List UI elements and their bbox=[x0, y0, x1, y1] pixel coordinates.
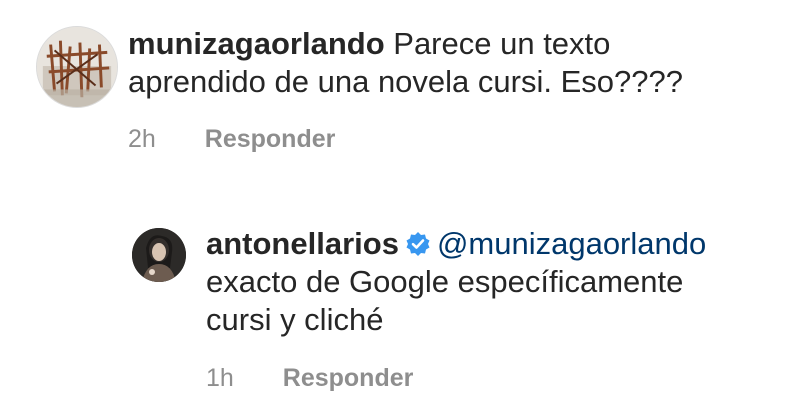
reply-button[interactable]: Responder bbox=[283, 364, 414, 392]
comment-meta: 2h Responder bbox=[128, 124, 335, 154]
comment-body-continued: cursi y cliché bbox=[206, 302, 384, 337]
comment-body: exacto de Google específicamente bbox=[206, 264, 684, 299]
comment-username[interactable]: antonellarios bbox=[206, 226, 399, 261]
avatar-image bbox=[37, 27, 117, 107]
comment-timestamp: 1h bbox=[206, 364, 234, 392]
verified-badge-icon bbox=[405, 231, 431, 257]
comment-timestamp: 2h bbox=[128, 125, 156, 153]
avatar[interactable] bbox=[132, 228, 186, 282]
comment-text: munizagaorlando Parece un texto aprendid… bbox=[128, 25, 778, 101]
avatar-image bbox=[132, 228, 186, 282]
reply-button[interactable]: Responder bbox=[205, 125, 336, 153]
comment-body-continued: aprendido de una novela cursi. Eso???? bbox=[128, 64, 683, 99]
comment-text: antonellarios @munizagaorlando exacto de… bbox=[206, 225, 796, 339]
comment-meta: 1h Responder bbox=[206, 363, 413, 393]
avatar[interactable] bbox=[36, 26, 118, 108]
comment-body: Parece un texto bbox=[393, 26, 611, 61]
mention-link[interactable]: @munizagaorlando bbox=[437, 226, 706, 261]
comment-username[interactable]: munizagaorlando bbox=[128, 26, 385, 61]
